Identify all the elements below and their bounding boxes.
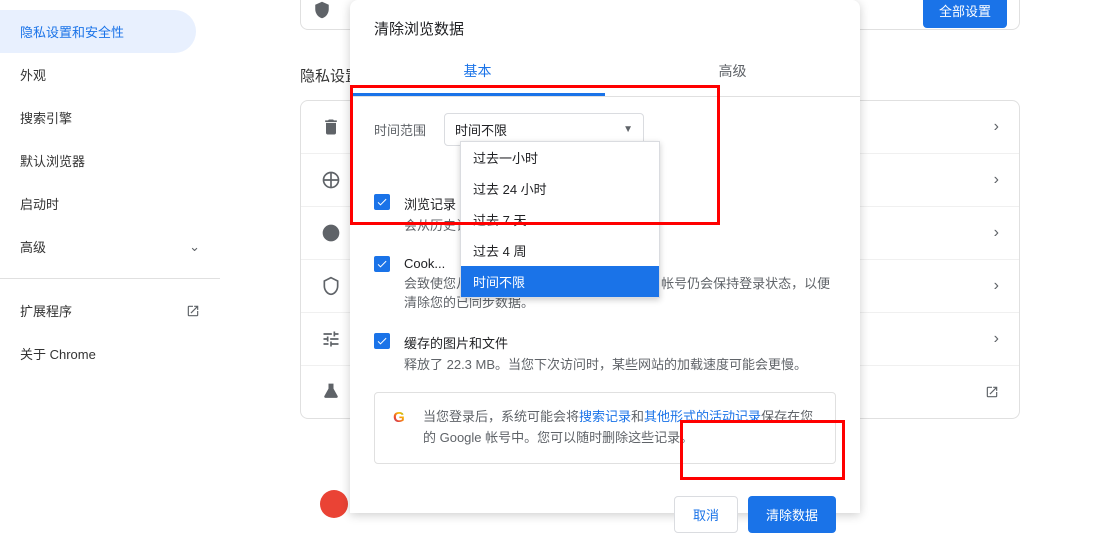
- link-activity[interactable]: 其他形式的活动记录: [644, 409, 761, 424]
- time-range-dropdown: 过去一小时 过去 24 小时 过去 7 天 过去 4 周 时间不限: [460, 141, 660, 298]
- checkbox-history[interactable]: [374, 194, 390, 210]
- sidebar-item-privacy[interactable]: 隐私设置和安全性: [0, 10, 196, 53]
- time-range-label: 时间范围: [374, 120, 426, 139]
- sidebar-extensions-label: 扩展程序: [20, 301, 72, 320]
- check-title: 缓存的图片和文件: [404, 333, 807, 352]
- dropdown-option-24h[interactable]: 过去 24 小时: [461, 173, 659, 204]
- cookie-icon: [321, 223, 341, 243]
- tab-basic[interactable]: 基本: [350, 49, 605, 96]
- checkbox-cookies[interactable]: [374, 256, 390, 272]
- chevron-right-icon: ›: [994, 277, 999, 295]
- chevron-down-icon: ⌄: [189, 239, 200, 255]
- external-link-icon: [186, 304, 200, 318]
- chevron-right-icon: ›: [994, 118, 999, 136]
- cancel-button[interactable]: 取消: [674, 496, 738, 533]
- sidebar-item-appearance[interactable]: 外观: [0, 53, 220, 96]
- check-icon: [376, 335, 388, 347]
- flask-icon: [321, 382, 341, 402]
- sidebar-item-extensions[interactable]: 扩展程序: [0, 289, 220, 332]
- link-search-history[interactable]: 搜索记录: [579, 409, 631, 424]
- divider: [0, 278, 220, 279]
- check-content: 缓存的图片和文件 释放了 22.3 MB。当您下次访问时，某些网站的加载速度可能…: [404, 333, 807, 375]
- external-link-icon: [985, 385, 999, 399]
- dropdown-option-all[interactable]: 时间不限: [461, 266, 659, 297]
- trash-icon: [321, 117, 341, 137]
- shield-icon: [313, 1, 331, 19]
- dropdown-option-hour[interactable]: 过去一小时: [461, 142, 659, 173]
- sidebar-item-advanced[interactable]: 高级 ⌄: [0, 225, 220, 268]
- sidebar: 隐私设置和安全性 外观 搜索引擎 默认浏览器 启动时 高级 ⌄ 扩展程序 关于 …: [0, 0, 220, 513]
- check-row-cache: 缓存的图片和文件 释放了 22.3 MB。当您下次访问时，某些网站的加载速度可能…: [374, 333, 836, 375]
- chevron-right-icon: ›: [994, 224, 999, 242]
- banner-button[interactable]: 全部设置: [923, 0, 1007, 28]
- tab-advanced[interactable]: 高级: [605, 49, 860, 96]
- check-desc: 释放了 22.3 MB。当您下次访问时，某些网站的加载速度可能会更慢。: [404, 355, 807, 375]
- sidebar-item-about[interactable]: 关于 Chrome: [0, 332, 220, 375]
- dialog-title: 清除浏览数据: [350, 0, 860, 49]
- chevron-right-icon: ›: [994, 171, 999, 189]
- dialog-tabs: 基本 高级: [350, 49, 860, 97]
- avatar: [320, 490, 348, 518]
- time-range-value: 时间不限: [455, 120, 507, 139]
- sidebar-advanced-label: 高级: [20, 237, 46, 256]
- clear-data-button[interactable]: 清除数据: [748, 496, 836, 533]
- security-icon: [321, 276, 341, 296]
- dropdown-option-7d[interactable]: 过去 7 天: [461, 204, 659, 235]
- tune-icon: [321, 170, 341, 190]
- dropdown-option-4w[interactable]: 过去 4 周: [461, 235, 659, 266]
- check-icon: [376, 196, 388, 208]
- checkbox-cache[interactable]: [374, 333, 390, 349]
- check-icon: [376, 258, 388, 270]
- dialog-footer: 取消 清除数据: [350, 480, 860, 549]
- chevron-right-icon: ›: [994, 330, 999, 348]
- dialog-body: 时间范围 时间不限 ▼ 过去一小时 过去 24 小时 过去 7 天 过去 4 周…: [350, 97, 860, 480]
- sidebar-item-startup[interactable]: 启动时: [0, 182, 220, 225]
- info-box: G 当您登录后，系统可能会将搜索记录和其他形式的活动记录保存在您的 Google…: [374, 392, 836, 464]
- sidebar-item-search[interactable]: 搜索引擎: [0, 96, 220, 139]
- tune-icon: [321, 329, 341, 349]
- google-icon: G: [389, 407, 409, 427]
- clear-data-dialog: 清除浏览数据 基本 高级 时间范围 时间不限 ▼ 过去一小时 过去 24 小时 …: [350, 0, 860, 513]
- sidebar-item-default-browser[interactable]: 默认浏览器: [0, 139, 220, 182]
- info-text: 当您登录后，系统可能会将搜索记录和其他形式的活动记录保存在您的 Google 帐…: [423, 407, 821, 449]
- caret-down-icon: ▼: [623, 124, 633, 135]
